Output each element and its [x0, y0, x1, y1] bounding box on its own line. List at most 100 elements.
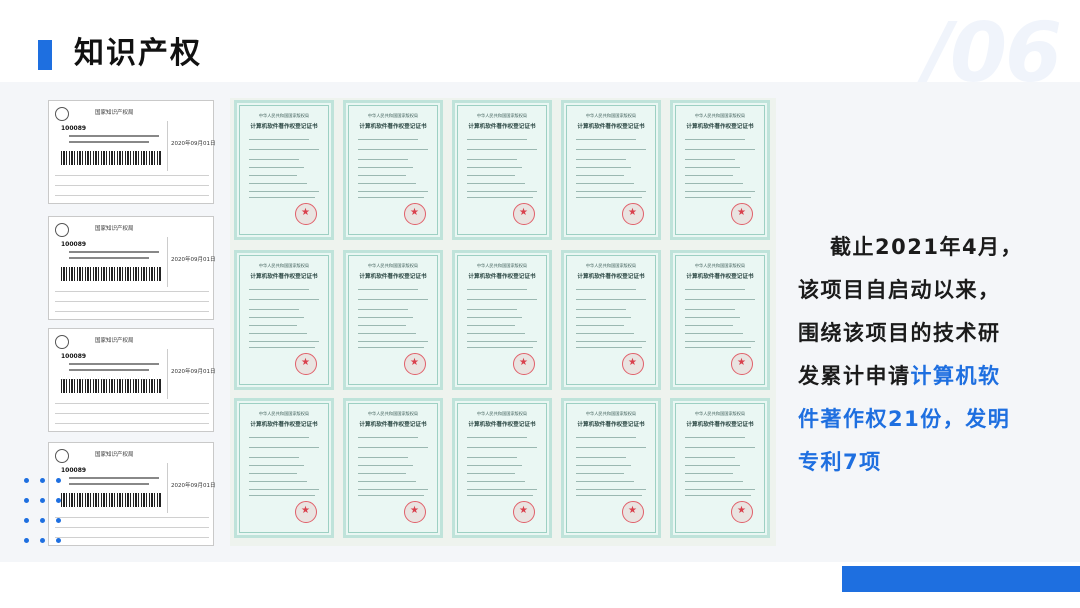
notice-code: 100089: [61, 241, 87, 248]
certificate-title: 计算机软件著作权登记证书: [577, 274, 645, 280]
software-copyright-certificate: 中华人民共和国国家版权局计算机软件著作权登记证书 ★: [234, 398, 334, 538]
software-copyright-certificate: 中华人民共和国国家版权局 计算机软件著作权登记证书 ★: [452, 100, 552, 240]
certificate-header: 中华人民共和国国家版权局: [585, 113, 637, 118]
software-copyright-certificate: 中华人民共和国国家版权局计算机软件著作权登记证书 ★: [670, 100, 770, 240]
summary-highlight-2: 件著作权21份，发明: [798, 407, 1011, 431]
notice-date: 2020年09月01日: [171, 483, 216, 489]
notice-heading: 国家知识产权局: [95, 226, 134, 232]
official-seal-icon: ★: [731, 203, 753, 225]
decorative-dot: [24, 538, 29, 543]
decorative-dot: [24, 498, 29, 503]
summary-text: 截止2021年4月， 该项目自启动以来， 围绕该项目的技术研 发累计申请计算机软…: [798, 226, 1038, 484]
certificate-header: 中华人民共和国国家版权局: [258, 113, 310, 118]
certificate-title: 计算机软件著作权登记证书: [250, 274, 318, 280]
certificate-header: 中华人民共和国国家版权局: [694, 411, 746, 416]
software-copyright-certificate: 中华人民共和国国家版权局计算机软件著作权登记证书 ★: [670, 398, 770, 538]
official-seal-icon: ★: [295, 353, 317, 375]
official-seal-icon: ★: [622, 501, 644, 523]
certificate-title: 计算机软件著作权登记证书: [359, 422, 427, 428]
certificate-grid: 中华人民共和国国家版权局 计算机软件著作权登记证书 ★ 中华人民共和国国家版权局 计算机…: [230, 98, 776, 546]
official-seal-icon: ★: [295, 203, 317, 225]
official-seal-icon: ★: [404, 501, 426, 523]
patent-notice-2: 国家知识产权局 100089 2020年09月01日: [48, 216, 216, 320]
cnipa-logo-icon: [55, 449, 69, 463]
title-marker: [38, 40, 52, 70]
notice-code: 100089: [61, 467, 87, 474]
barcode: [61, 493, 161, 507]
decorative-dot: [56, 478, 61, 483]
decorative-dot: [56, 538, 61, 543]
software-copyright-certificate: 中华人民共和国国家版权局计算机软件著作权登记证书 ★: [234, 250, 334, 390]
certificate-header: 中华人民共和国国家版权局: [367, 411, 419, 416]
patent-notice-4: 国家知识产权局 100089 2020年09月01日: [48, 442, 216, 546]
notice-heading: 国家知识产权局: [95, 338, 134, 344]
summary-highlight-1: 计算机软: [910, 364, 1001, 388]
summary-line-3: 围绕该项目的技术研: [798, 321, 1001, 345]
certificate-header: 中华人民共和国国家版权局: [694, 263, 746, 268]
notice-date: 2020年09月01日: [171, 141, 216, 147]
certificate-title: 计算机软件著作权登记证书: [577, 124, 645, 130]
decorative-dot: [24, 518, 29, 523]
patent-notice-3: 国家知识产权局 100089 2020年09月01日: [48, 328, 216, 432]
decorative-dot: [56, 518, 61, 523]
notice-heading: 国家知识产权局: [95, 452, 134, 458]
certificate-header: 中华人民共和国国家版权局: [367, 113, 419, 118]
cnipa-logo-icon: [55, 107, 69, 121]
official-seal-icon: ★: [622, 203, 644, 225]
official-seal-icon: ★: [295, 501, 317, 523]
barcode: [61, 379, 161, 393]
notice-heading: 国家知识产权局: [95, 110, 134, 116]
official-seal-icon: ★: [731, 501, 753, 523]
certificate-header: 中华人民共和国国家版权局: [476, 113, 528, 118]
summary-highlight-3: 专利7项: [798, 450, 882, 474]
decorative-dot: [40, 538, 45, 543]
certificate-header: 中华人民共和国国家版权局: [367, 263, 419, 268]
certificate-header: 中华人民共和国国家版权局: [585, 263, 637, 268]
certificate-title: 计算机软件著作权登记证书: [686, 124, 754, 130]
patent-notice-1: 国家知识产权局 100089 2020年09月01日: [48, 100, 216, 204]
certificate-title: 计算机软件著作权登记证书: [359, 274, 427, 280]
cnipa-logo-icon: [55, 335, 69, 349]
software-copyright-certificate: 中华人民共和国国家版权局计算机软件著作权登记证书 ★: [452, 398, 552, 538]
certificate-title: 计算机软件著作权登记证书: [250, 124, 318, 130]
certificate-header: 中华人民共和国国家版权局: [585, 411, 637, 416]
software-copyright-certificate: 中华人民共和国国家版权局计算机软件著作权登记证书 ★: [234, 100, 334, 240]
summary-line-1: 截止2021年4月，: [830, 235, 1024, 259]
certificate-header: 中华人民共和国国家版权局: [258, 263, 310, 268]
certificate-header: 中华人民共和国国家版权局: [476, 263, 528, 268]
certificate-title: 计算机软件著作权登记证书: [686, 274, 754, 280]
software-copyright-certificate: 中华人民共和国国家版权局计算机软件著作权登记证书 ★: [561, 100, 661, 240]
summary-line-2: 该项目自启动以来，: [798, 278, 1001, 302]
summary-line-4: 发累计申请: [798, 364, 911, 388]
official-seal-icon: ★: [404, 353, 426, 375]
official-seal-icon: ★: [513, 501, 535, 523]
certificate-title: 计算机软件著作权登记证书: [468, 422, 536, 428]
certificate-title: 计算机软件著作权登记证书: [468, 274, 536, 280]
software-copyright-certificate: 中华人民共和国国家版权局计算机软件著作权登记证书 ★: [561, 398, 661, 538]
official-seal-icon: ★: [404, 203, 426, 225]
software-copyright-certificate: 中华人民共和国国家版权局计算机软件著作权登记证书 ★: [452, 250, 552, 390]
certificate-title: 计算机软件著作权登记证书: [577, 422, 645, 428]
certificate-header: 中华人民共和国国家版权局: [476, 411, 528, 416]
official-seal-icon: ★: [513, 203, 535, 225]
decorative-dot: [40, 498, 45, 503]
certificate-title: 计算机软件著作权登记证书: [359, 124, 427, 130]
accent-bar: [842, 566, 1080, 592]
software-copyright-certificate: 中华人民共和国国家版权局计算机软件著作权登记证书 ★: [670, 250, 770, 390]
certificate-title: 计算机软件著作权登记证书: [686, 422, 754, 428]
decorative-dot: [56, 498, 61, 503]
certificate-title: 计算机软件著作权登记证书: [250, 422, 318, 428]
decorative-dot: [24, 478, 29, 483]
cnipa-logo-icon: [55, 223, 69, 237]
certificate-header: 中华人民共和国国家版权局: [258, 411, 310, 416]
barcode: [61, 151, 161, 165]
notice-date: 2020年09月01日: [171, 369, 216, 375]
official-seal-icon: ★: [513, 353, 535, 375]
software-copyright-certificate: 中华人民共和国国家版权局计算机软件著作权登记证书 ★: [343, 250, 443, 390]
barcode: [61, 267, 161, 281]
certificate-header: 中华人民共和国国家版权局: [694, 113, 746, 118]
page-title: 知识产权: [74, 36, 202, 71]
notice-code: 100089: [61, 353, 87, 360]
software-copyright-certificate: 中华人民共和国国家版权局 计算机软件著作权登记证书 ★: [561, 250, 661, 390]
official-seal-icon: ★: [731, 353, 753, 375]
